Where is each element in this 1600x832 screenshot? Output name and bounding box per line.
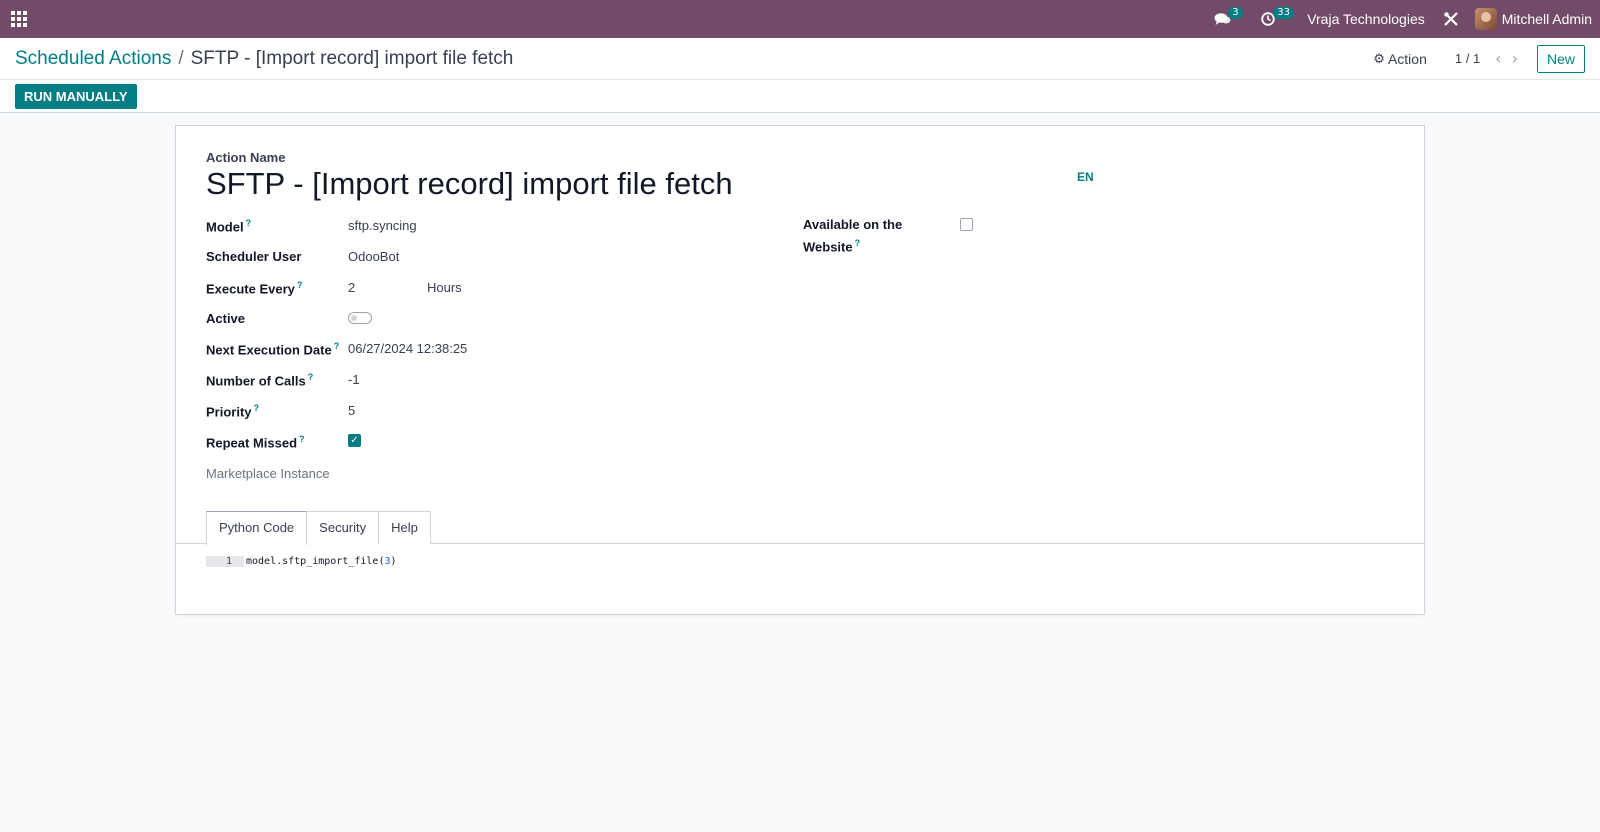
form-sheet: Action Name SFTP - [Import record] impor… [175, 125, 1425, 615]
next-execution-row: Next Execution Date? 06/27/2024 12:38:25 [206, 341, 467, 357]
code-line[interactable]: model.sftp_import_file(3) [244, 556, 397, 567]
control-panel-right: ⚙ Action 1 / 1 ‹ › New [1373, 44, 1585, 73]
marketplace-instance-label: Marketplace Instance [206, 466, 330, 481]
action-menu-button[interactable]: ⚙ Action [1373, 51, 1427, 67]
help-tooltip-icon[interactable]: ? [297, 280, 303, 290]
pager-value[interactable]: 1 / 1 [1455, 51, 1480, 66]
action-menu-label: Action [1387, 50, 1427, 67]
messages-badge: 3 [1228, 7, 1243, 19]
priority-label: Priority? [206, 403, 260, 420]
help-tooltip-icon[interactable]: ? [254, 403, 260, 413]
priority-row: Priority? 5 [206, 403, 355, 419]
breadcrumb: Scheduled Actions / SFTP - [Import recor… [15, 48, 513, 70]
number-of-calls-row: Number of Calls? -1 [206, 372, 360, 388]
next-execution-field[interactable]: 06/27/2024 12:38:25 [348, 341, 467, 356]
next-execution-label: Next Execution Date? [206, 341, 340, 358]
execute-every-row: Execute Every? 2 Hours [206, 280, 462, 296]
notebook-tabs: Python Code Security Help [206, 511, 431, 545]
messages-button[interactable]: 3 [1206, 0, 1243, 38]
website-row: Available on the Website? [803, 217, 973, 256]
website-checkbox[interactable] [960, 218, 973, 231]
activities-button[interactable]: 33 [1253, 0, 1294, 38]
number-of-calls-field[interactable]: -1 [348, 372, 360, 387]
tab-python-code[interactable]: Python Code [206, 511, 308, 545]
interval-number-field[interactable]: 2 [348, 280, 427, 295]
repeat-missed-row: Repeat Missed? ✓ [206, 434, 361, 450]
action-name-field[interactable]: SFTP - [Import record] import file fetch [206, 166, 733, 202]
breadcrumb-current: SFTP - [Import record] import file fetch [190, 47, 514, 69]
model-label: Model? [206, 218, 252, 235]
pager-next-icon[interactable]: › [1507, 49, 1523, 68]
model-field[interactable]: sftp.syncing [348, 218, 417, 233]
help-tooltip-icon[interactable]: ? [334, 341, 340, 351]
run-manually-button[interactable]: RUN MANUALLY [15, 83, 137, 109]
apps-menu-icon[interactable] [11, 11, 27, 27]
scheduler-user-field[interactable]: OdooBot [348, 249, 399, 264]
execute-every-label: Execute Every? [206, 280, 303, 297]
form-statusbar: RUN MANUALLY [0, 80, 1600, 113]
tab-help[interactable]: Help [378, 511, 431, 544]
avatar [1474, 8, 1497, 30]
help-tooltip-icon[interactable]: ? [246, 218, 252, 228]
priority-field[interactable]: 5 [348, 403, 355, 418]
active-label: Active [206, 311, 246, 326]
model-row: Model? sftp.syncing [206, 218, 417, 234]
pager-previous-icon[interactable]: ‹ [1490, 49, 1506, 68]
repeat-missed-label: Repeat Missed? [206, 434, 305, 451]
breadcrumb-separator: / [178, 47, 184, 69]
scheduler-user-row: Scheduler User OdooBot [206, 249, 399, 264]
help-tooltip-icon[interactable]: ? [299, 434, 305, 444]
new-button[interactable]: New [1536, 44, 1585, 73]
activities-badge: 33 [1273, 7, 1294, 19]
code-editor[interactable]: 1 model.sftp_import_file(3) [206, 556, 397, 567]
control-panel: Scheduled Actions / SFTP - [Import recor… [0, 38, 1600, 80]
tools-icon [1443, 12, 1458, 26]
debug-tools-button[interactable] [1435, 0, 1467, 38]
user-name: Mitchell Admin [1501, 11, 1592, 27]
gear-icon: ⚙ [1373, 50, 1385, 66]
language-button[interactable]: EN [1077, 170, 1094, 184]
user-menu[interactable]: Mitchell Admin [1467, 0, 1592, 38]
website-label: Available on the Website? [803, 217, 903, 255]
active-toggle[interactable] [348, 312, 372, 324]
navbar-systray: 3 33 Vraja Technologies Mitchell Admin [1206, 0, 1592, 38]
scheduler-user-label: Scheduler User [206, 249, 302, 264]
breadcrumb-scheduled-actions[interactable]: Scheduled Actions [15, 48, 171, 70]
action-name-label: Action Name [206, 150, 286, 165]
tab-security[interactable]: Security [306, 511, 380, 544]
help-tooltip-icon[interactable]: ? [855, 238, 861, 248]
top-navbar: 3 33 Vraja Technologies Mitchell Admin [0, 0, 1600, 38]
interval-unit-select[interactable]: Hours [427, 280, 462, 295]
help-tooltip-icon[interactable]: ? [308, 372, 314, 382]
active-row: Active [206, 311, 372, 326]
number-of-calls-label: Number of Calls? [206, 372, 314, 389]
company-switcher[interactable]: Vraja Technologies [1297, 11, 1435, 27]
line-number: 1 [206, 556, 244, 567]
repeat-missed-checkbox[interactable]: ✓ [348, 434, 361, 447]
